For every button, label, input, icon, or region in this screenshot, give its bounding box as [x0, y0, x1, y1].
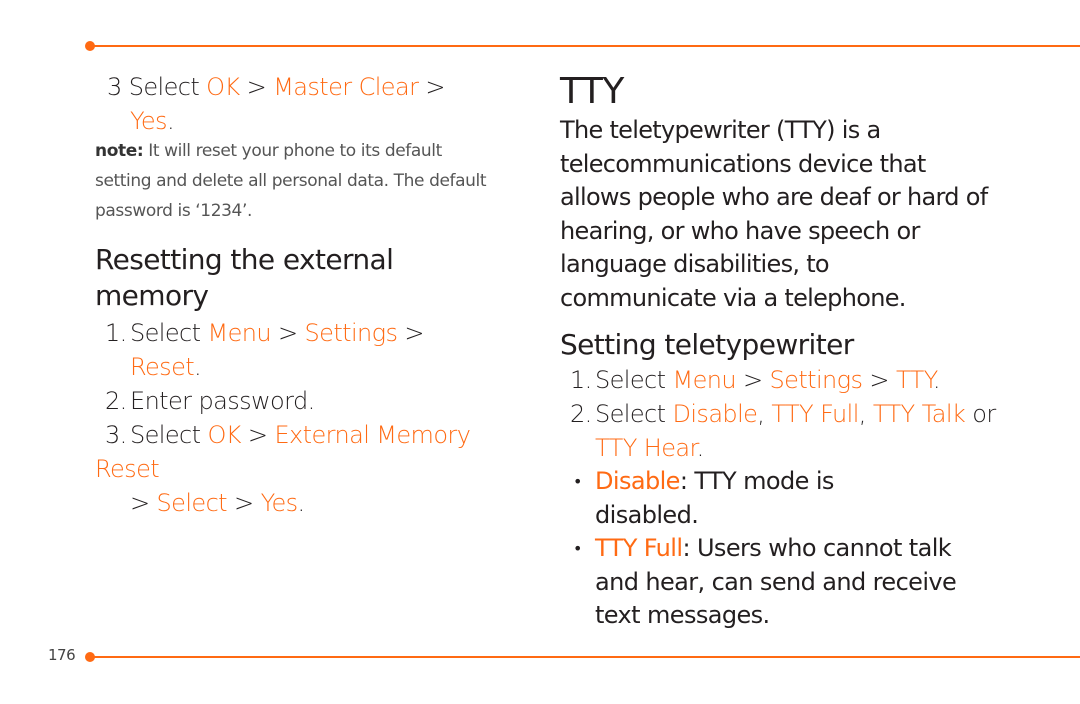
step-number: 3 [107, 73, 122, 101]
note-label: note: [95, 141, 144, 161]
left-column: 3 Select OK > Master Clear > Yes. note: … [95, 70, 535, 520]
note-text: It will reset your phone to its default … [95, 141, 487, 221]
bullet-icon: • [573, 472, 582, 491]
bottom-divider [90, 656, 1080, 658]
bullet-tty-full: • TTY Full: Users who cannot talk and hea… [573, 534, 957, 629]
tty-intro: The teletypewriter (TTY) is a telecommun… [560, 116, 988, 312]
bullet-disable: • Disable: TTY mode is disabled. [573, 467, 834, 529]
right-column: TTY The teletypewriter (TTY) is a teleco… [560, 70, 1060, 633]
tty-step-2: 2. Select Disable, TTY Full, TTY Talk or … [570, 400, 996, 462]
master-clear-step: 3 Select OK > Master Clear > Yes. [107, 73, 445, 135]
yes-option: Yes [130, 107, 168, 135]
tty-step-1: 1. Select Menu > Settings > TTY. [570, 366, 940, 394]
step-3: 3. Select OK > External Memory Reset > Se… [95, 421, 471, 517]
section-title-external-memory: Resetting the external memory [95, 243, 394, 312]
step-2: 2. Enter password. [105, 387, 315, 415]
page-number: 176 [48, 646, 76, 664]
step-1: 1. Select Menu > Settings > Reset. [105, 319, 424, 381]
top-divider-dot [85, 41, 95, 51]
top-divider [90, 45, 1080, 47]
tty-title: TTY [560, 71, 624, 112]
bottom-divider-dot [85, 652, 95, 662]
section-title-setting-tty: Setting teletypewriter [560, 328, 854, 361]
ok-option: OK [206, 73, 240, 101]
note: note: It will reset your phone to its de… [95, 136, 495, 226]
master-clear-option: Master Clear [273, 73, 419, 101]
bullet-icon: • [573, 539, 582, 558]
